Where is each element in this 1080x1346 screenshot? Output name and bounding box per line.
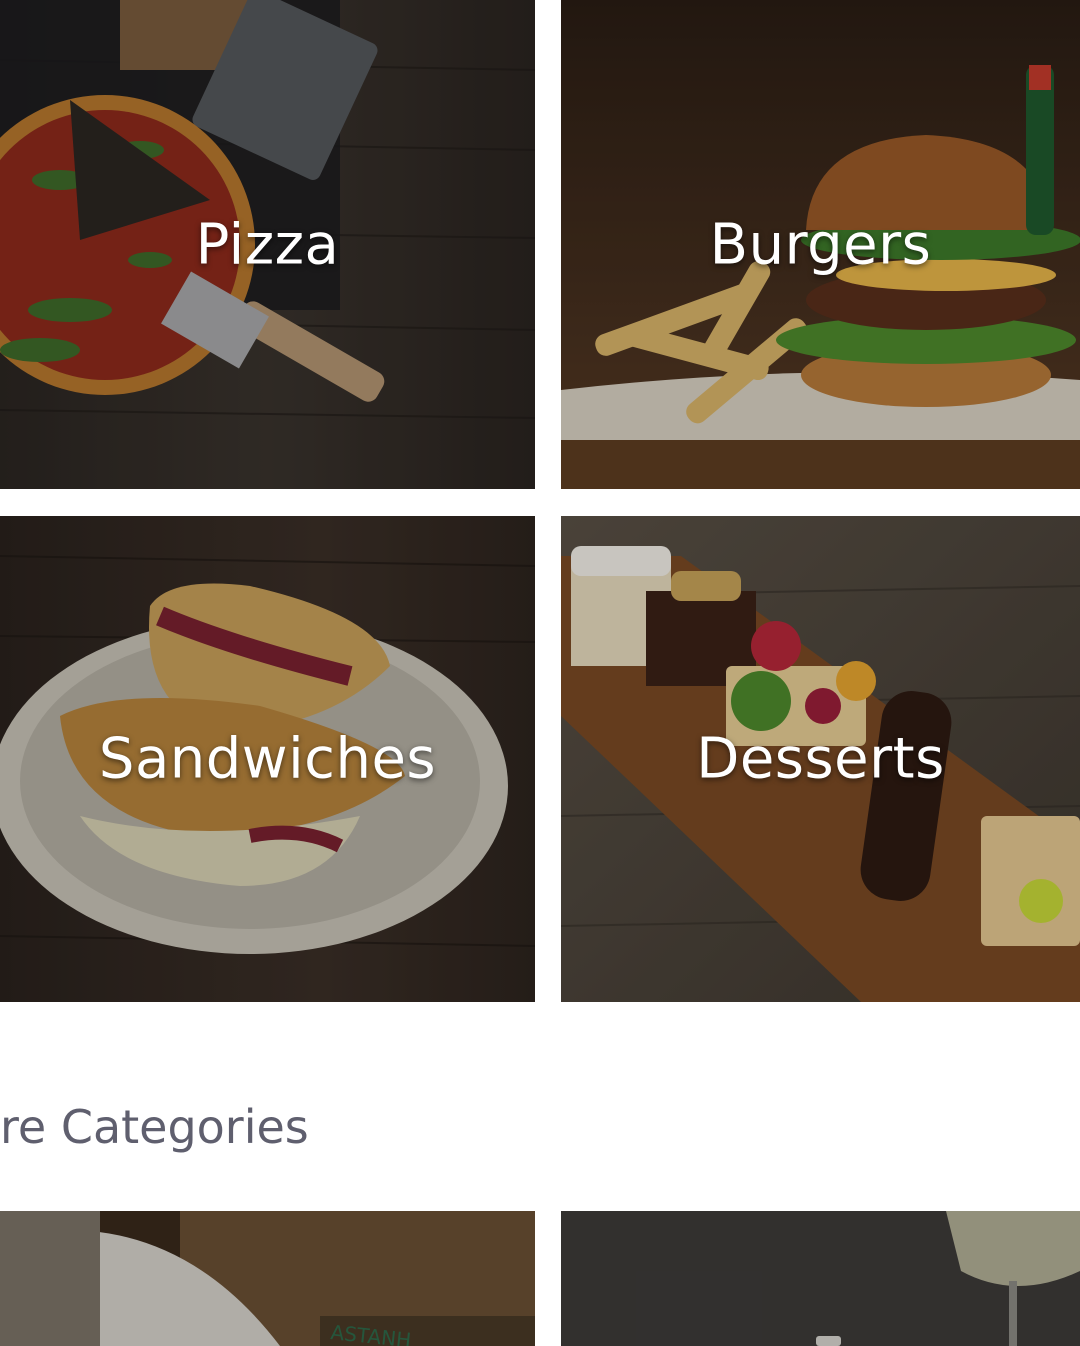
category-label-desserts: Desserts — [696, 726, 945, 792]
category-label-pizza: Pizza — [195, 212, 340, 277]
category-label-sandwiches: Sandwiches — [98, 726, 437, 792]
category-label-burgers: Burgers — [709, 212, 932, 277]
category-tile-pizza[interactable]: Pizza — [0, 0, 535, 489]
category-tile-sandwiches[interactable]: Sandwiches — [0, 516, 535, 1002]
category-tile-desserts[interactable]: Desserts — [561, 516, 1080, 1002]
category-tile-drinks[interactable] — [561, 1211, 1080, 1346]
more-categories-heading: re Categories — [0, 1100, 309, 1154]
category-tile-coffee[interactable]: ASTANH — [0, 1211, 535, 1346]
category-tile-burgers[interactable]: Burgers — [561, 0, 1080, 489]
